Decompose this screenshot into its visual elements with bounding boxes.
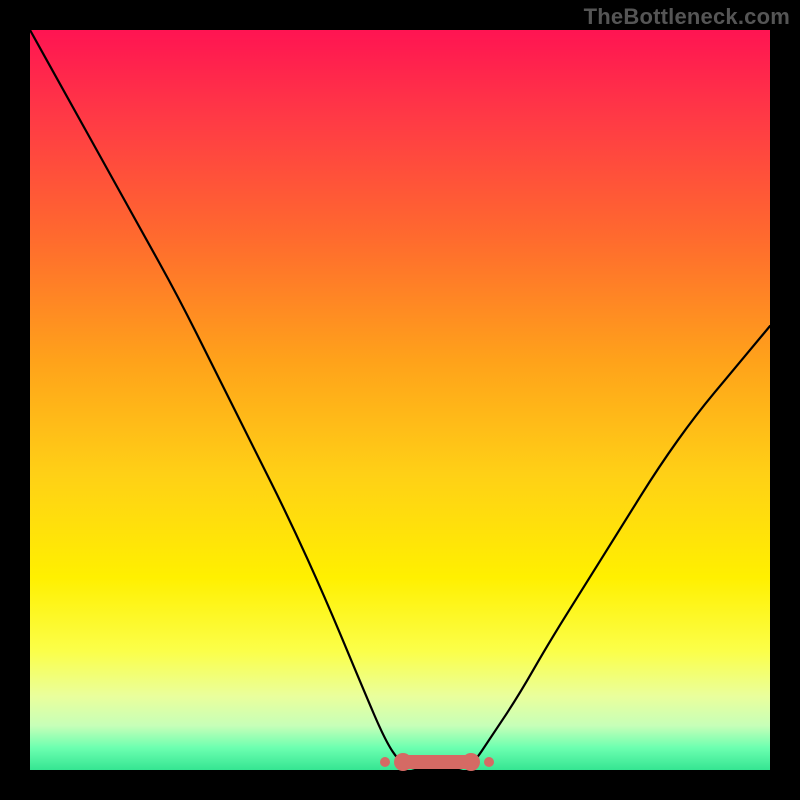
baseline-speck [432,757,442,767]
chart-frame: TheBottleneck.com [0,0,800,800]
bottleneck-curve [30,30,770,770]
plot-area [30,30,770,770]
attribution-text: TheBottleneck.com [584,4,790,30]
baseline-speck [484,757,494,767]
